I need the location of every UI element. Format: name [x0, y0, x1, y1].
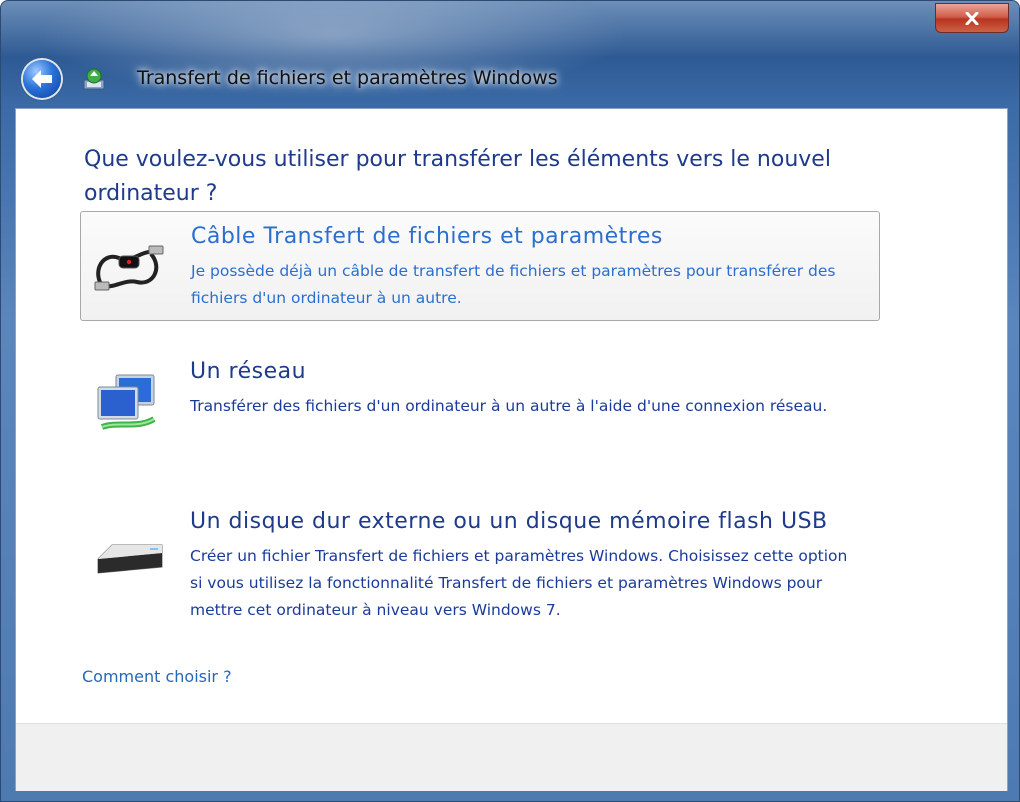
option-description: Transférer des fichiers d'un ordinateur …: [190, 397, 828, 415]
back-button[interactable]: [23, 60, 61, 98]
page-heading: Que voulez-vous utiliser pour transférer…: [84, 147, 831, 206]
close-icon: [965, 11, 979, 25]
footer-bar: [16, 723, 1007, 791]
back-arrow-icon: [32, 70, 52, 88]
option-network[interactable]: Un réseau Transférer des fichiers d'un o…: [80, 347, 880, 457]
wizard-content: Que voulez-vous utiliser pour transférer…: [15, 108, 1008, 791]
close-button[interactable]: [935, 3, 1009, 33]
option-description: Je possède déjà un câble de transfert de…: [191, 262, 836, 307]
usb-cable-icon: [94, 245, 164, 291]
option-cable[interactable]: Câble Transfert de fichiers et paramètre…: [80, 211, 880, 321]
option-description: Créer un fichier Transfert de fichiers e…: [190, 547, 848, 619]
option-title: Câble Transfert de fichiers et paramètre…: [191, 224, 663, 249]
title-bar: [1, 1, 1020, 121]
transfer-app-icon: [83, 68, 105, 90]
help-link[interactable]: Comment choisir ?: [82, 667, 232, 686]
option-title: Un disque dur externe ou un disque mémoi…: [190, 509, 828, 534]
external-drive-icon: [97, 544, 163, 574]
option-external-drive[interactable]: Un disque dur externe ou un disque mémoi…: [80, 497, 880, 637]
window-frame: Transfert de fichiers et paramètres Wind…: [0, 0, 1020, 802]
window-title: Transfert de fichiers et paramètres Wind…: [137, 67, 558, 89]
option-title: Un réseau: [190, 359, 307, 384]
network-icon: [97, 374, 156, 430]
